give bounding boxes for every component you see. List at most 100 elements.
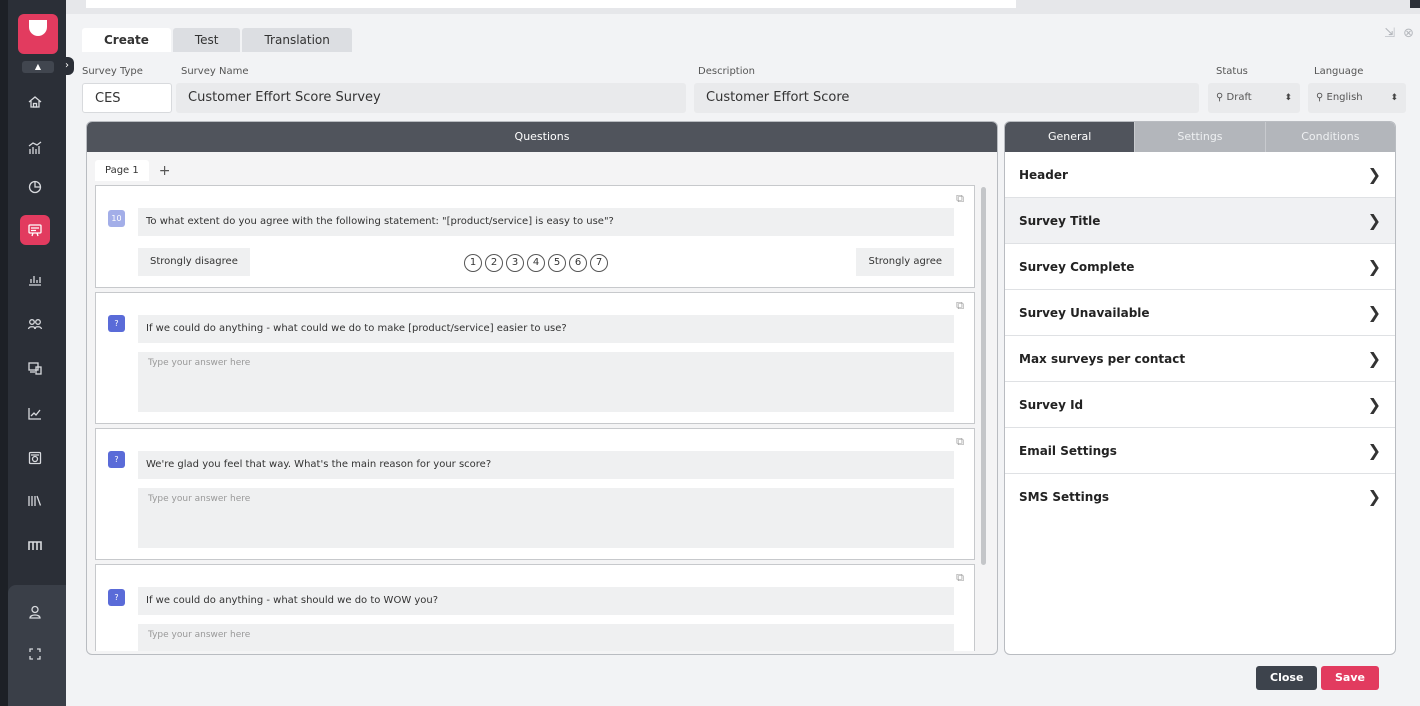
question-card[interactable]: ⧉ ? If we could do anything - what could… — [95, 292, 975, 424]
settings-item-survey-unavailable[interactable]: Survey Unavailable ❯ — [1005, 290, 1395, 336]
status-label: Status — [1216, 66, 1248, 77]
search-icon: ⚲ — [1216, 92, 1227, 103]
chevron-right-icon: ❯ — [1367, 487, 1381, 506]
settings-item-survey-complete[interactable]: Survey Complete ❯ — [1005, 244, 1395, 290]
description-field[interactable]: Customer Effort Score — [694, 83, 1199, 113]
minimize-icon[interactable]: ⇲ — [1384, 26, 1395, 41]
copy-icon[interactable]: ⧉ — [956, 192, 964, 206]
close-icon[interactable]: ⊗ — [1403, 26, 1414, 41]
answer-textarea[interactable]: Type your answer here — [138, 488, 954, 548]
chevron-right-icon: ❯ — [1367, 165, 1381, 184]
scale-max-label: Strongly agree — [856, 248, 954, 276]
settings-item-label: Survey Unavailable — [1019, 305, 1150, 320]
close-button[interactable]: Close — [1256, 666, 1318, 690]
survey-name-field[interactable]: Customer Effort Score Survey — [176, 83, 686, 113]
settings-item-max-surveys[interactable]: Max surveys per contact ❯ — [1005, 336, 1395, 382]
question-text[interactable]: We're glad you feel that way. What's the… — [138, 451, 954, 479]
scale-option[interactable]: 7 — [590, 254, 608, 272]
copy-icon[interactable]: ⧉ — [956, 571, 964, 585]
description-label: Description — [698, 66, 755, 77]
copy-icon[interactable]: ⧉ — [956, 299, 964, 313]
scale-option[interactable]: 1 — [464, 254, 482, 272]
survey-name-label: Survey Name — [181, 66, 249, 77]
language-label: Language — [1314, 66, 1364, 77]
scale-option[interactable]: 6 — [569, 254, 587, 272]
analytics-icon[interactable] — [20, 133, 50, 163]
page-tabs: Page 1 + — [95, 160, 170, 181]
question-card[interactable]: ⧉ ? If we could do anything - what shoul… — [95, 564, 975, 651]
dashboard-icon[interactable] — [20, 443, 50, 473]
answer-textarea[interactable]: Type your answer here — [138, 624, 954, 651]
top-corner — [1410, 0, 1420, 8]
questions-panel: Questions Page 1 + ⧉ 10 To what extent d… — [86, 121, 998, 655]
question-text[interactable]: To what extent do you agree with the fol… — [138, 208, 954, 236]
questions-header: Questions — [87, 122, 997, 152]
settings-tabs: General Settings Conditions — [1005, 122, 1395, 152]
select-arrow-icon: ⬍ — [1390, 93, 1398, 103]
scrollbar[interactable] — [981, 187, 986, 565]
expand-sidebar-button[interactable]: › — [60, 57, 74, 75]
surveys-icon[interactable] — [20, 215, 50, 245]
question-card[interactable]: ⧉ 10 To what extent do you agree with th… — [95, 185, 975, 288]
home-icon[interactable] — [20, 87, 50, 117]
scale-option[interactable]: 5 — [548, 254, 566, 272]
window-controls: ⇲ ⊗ — [1384, 26, 1414, 41]
settings-item-label: Survey Complete — [1019, 259, 1135, 274]
top-bar — [86, 0, 1016, 8]
tab-conditions[interactable]: Conditions — [1264, 122, 1395, 152]
top-strip — [66, 0, 1420, 14]
copy-icon[interactable]: ⧉ — [956, 435, 964, 449]
add-page-button[interactable]: + — [159, 163, 171, 179]
language-select[interactable]: ⚲ English ⬍ — [1308, 83, 1406, 113]
chevron-right-icon: ❯ — [1367, 257, 1381, 276]
tab-create[interactable]: Create — [82, 28, 171, 52]
sidebar: ▲ — [0, 0, 66, 706]
save-button[interactable]: Save — [1321, 666, 1379, 690]
library-icon[interactable] — [20, 486, 50, 516]
question-type-badge: ? — [108, 451, 125, 468]
question-text[interactable]: If we could do anything - what should we… — [138, 587, 954, 615]
question-text[interactable]: If we could do anything - what could we … — [138, 315, 954, 343]
status-value: Draft — [1226, 92, 1252, 103]
settings-item-label: SMS Settings — [1019, 489, 1110, 504]
settings-panel: General Settings Conditions Header ❯ Surv… — [1004, 121, 1396, 655]
settings-item-label: Survey Id — [1019, 397, 1084, 412]
search-icon: ⚲ — [1316, 92, 1327, 103]
trend-icon[interactable] — [20, 398, 50, 428]
collapse-button[interactable]: ▲ — [22, 61, 54, 73]
editor-tabs: Create Test Translation — [82, 28, 352, 52]
scale-option[interactable]: 2 — [485, 254, 503, 272]
settings-item-survey-title[interactable]: Survey Title ❯ — [1005, 198, 1395, 244]
integrations-icon[interactable] — [20, 530, 50, 560]
main-area: Create Test Translation ⇲ ⊗ Survey Type … — [66, 14, 1420, 706]
tab-general[interactable]: General — [1005, 122, 1135, 152]
status-select[interactable]: ⚲ Draft ⬍ — [1208, 83, 1300, 113]
language-value: English — [1326, 92, 1363, 103]
page-tab-1[interactable]: Page 1 — [95, 160, 149, 181]
rating-scale: 1 2 3 4 5 6 7 — [464, 254, 608, 272]
tab-test[interactable]: Test — [172, 28, 241, 52]
question-type-badge: ? — [108, 589, 125, 606]
pie-chart-icon[interactable] — [20, 172, 50, 202]
fullscreen-icon[interactable] — [20, 639, 50, 669]
devices-icon[interactable] — [20, 353, 50, 383]
app-logo[interactable] — [18, 14, 58, 54]
settings-item-header[interactable]: Header ❯ — [1005, 152, 1395, 198]
settings-item-survey-id[interactable]: Survey Id ❯ — [1005, 382, 1395, 428]
bar-chart-icon[interactable] — [20, 264, 50, 294]
answer-textarea[interactable]: Type your answer here — [138, 352, 954, 412]
survey-type-field[interactable]: CES — [82, 83, 172, 113]
scale-option[interactable]: 3 — [506, 254, 524, 272]
settings-item-label: Max surveys per contact — [1019, 351, 1186, 366]
contacts-icon[interactable] — [20, 309, 50, 339]
tab-settings[interactable]: Settings — [1134, 122, 1265, 152]
settings-item-email-settings[interactable]: Email Settings ❯ — [1005, 428, 1395, 474]
settings-item-sms-settings[interactable]: SMS Settings ❯ — [1005, 474, 1395, 519]
question-card[interactable]: ⧉ ? We're glad you feel that way. What's… — [95, 428, 975, 560]
select-arrow-icon: ⬍ — [1284, 93, 1292, 103]
tab-translation[interactable]: Translation — [242, 28, 352, 52]
user-icon[interactable] — [20, 597, 50, 627]
question-list: ⧉ 10 To what extent do you agree with th… — [95, 185, 977, 651]
scale-option[interactable]: 4 — [527, 254, 545, 272]
chevron-right-icon: ❯ — [1367, 303, 1381, 322]
